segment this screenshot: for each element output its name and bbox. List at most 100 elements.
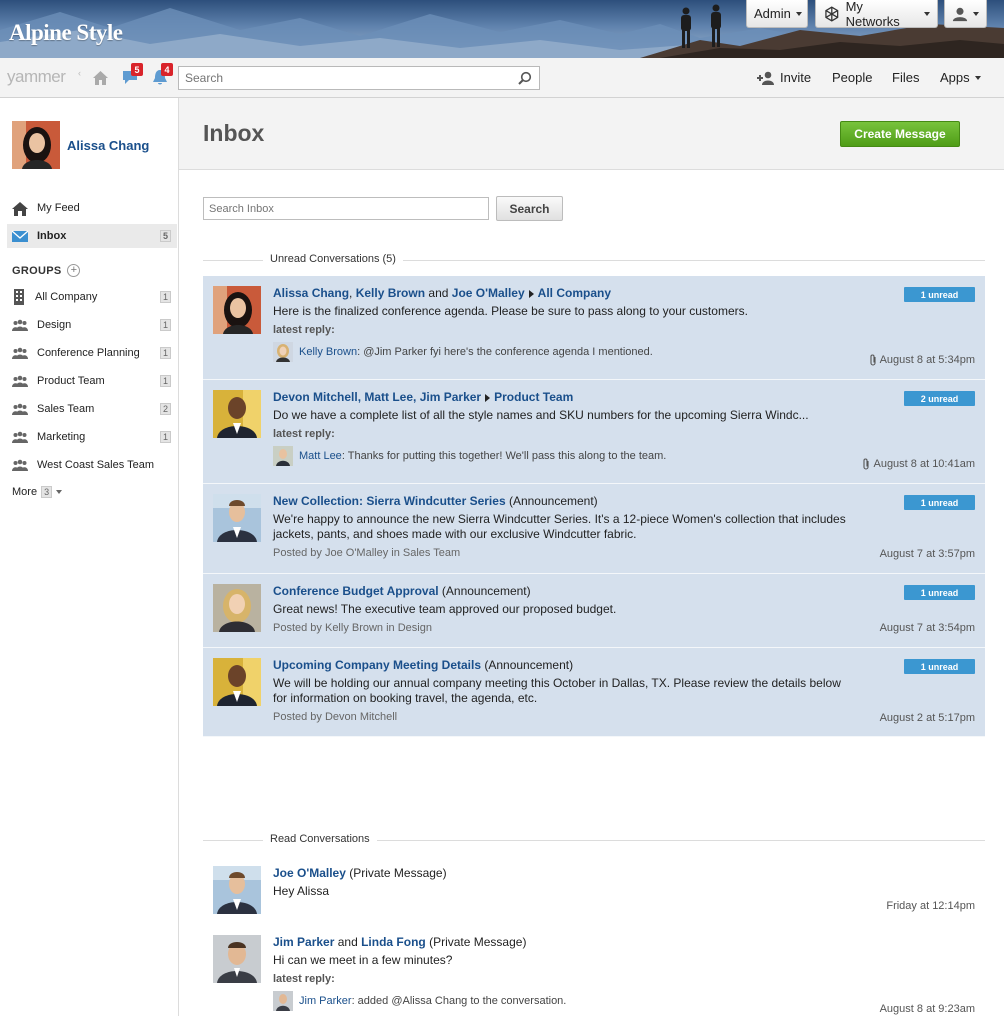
announcement-link[interactable]: Upcoming Company Meeting Details xyxy=(273,658,481,672)
more-groups-button[interactable]: More 3 xyxy=(12,486,63,498)
home-icon xyxy=(93,71,108,85)
group-count-badge: 1 xyxy=(160,431,171,443)
conversation-row[interactable]: Upcoming Company Meeting Details (Announ… xyxy=(203,648,985,737)
files-link[interactable]: Files xyxy=(892,70,919,85)
conversation-row[interactable]: Joe O'Malley (Private Message) Hey Aliss… xyxy=(203,856,985,922)
participant-link[interactable]: Matt Lee xyxy=(364,390,413,404)
home-button[interactable] xyxy=(92,69,109,89)
people-link[interactable]: People xyxy=(832,70,872,85)
reply-author-link[interactable]: Kelly Brown xyxy=(299,346,357,358)
sidebar-group-sales-team[interactable]: Sales Team 2 xyxy=(7,397,177,421)
search-icon[interactable] xyxy=(518,71,532,85)
apps-label: Apps xyxy=(940,70,970,85)
participant-link[interactable]: Joe O'Malley xyxy=(452,286,525,300)
avatar xyxy=(213,584,261,632)
sidebar-item-label: West Coast Sales Team xyxy=(37,459,154,471)
participant-link[interactable]: Jim Parker xyxy=(420,390,481,404)
group-link[interactable]: All Company xyxy=(538,286,611,300)
conversation-snippet: Hi can we meet in a few minutes? xyxy=(273,953,453,967)
inbox-header: Inbox Create Message xyxy=(179,98,1004,170)
conversation-participants: Joe O'Malley (Private Message) xyxy=(273,866,855,880)
reply-text: : added @Alissa Chang to the conversatio… xyxy=(351,995,567,1007)
conversation-type: (Announcement) xyxy=(505,494,598,508)
building-icon xyxy=(14,289,24,305)
add-user-icon xyxy=(757,71,774,85)
add-group-icon[interactable]: + xyxy=(67,264,81,277)
current-user-name[interactable]: Alissa Chang xyxy=(67,138,149,153)
group-icon xyxy=(12,375,28,387)
group-count-badge: 1 xyxy=(160,375,171,387)
sidebar-group-all-company[interactable]: All Company 1 xyxy=(7,285,177,309)
inbox-count-badge: 5 xyxy=(160,230,171,242)
sidebar-group-conference-planning[interactable]: Conference Planning 1 xyxy=(7,341,177,365)
reply-author-link[interactable]: Matt Lee xyxy=(299,450,342,462)
global-search-input[interactable] xyxy=(179,67,509,89)
announcement-link[interactable]: New Collection: Sierra Windcutter Series xyxy=(273,494,506,508)
reply-text: : @Jim Parker fyi here's the conference … xyxy=(357,346,653,358)
sidebar-group-west-coast-sales-team[interactable]: West Coast Sales Team xyxy=(7,453,177,477)
conversation-snippet: We will be holding our annual company me… xyxy=(273,676,841,705)
conversation-date: August 8 at 10:41am xyxy=(863,458,975,470)
conversation-type: (Private Message) xyxy=(345,866,447,880)
avatar xyxy=(213,866,261,914)
inbox-search-input[interactable] xyxy=(204,198,488,219)
read-heading-label: Read Conversations xyxy=(263,833,377,845)
notifications-button[interactable]: 4 xyxy=(152,63,173,89)
latest-reply-label: latest reply: xyxy=(273,973,335,985)
messages-button[interactable]: 5 xyxy=(122,63,143,88)
posted-by: Posted by Kelly Brown in Design xyxy=(273,622,432,634)
sidebar-group-design[interactable]: Design 1 xyxy=(7,313,177,337)
avatar xyxy=(273,446,293,466)
network-banner: Alpine Style Admin My Networks xyxy=(0,0,1004,58)
group-count-badge: 2 xyxy=(160,403,171,415)
conversation-row[interactable]: Jim Parker and Linda Fong (Private Messa… xyxy=(203,925,985,1016)
conversation-row[interactable]: New Collection: Sierra Windcutter Series… xyxy=(203,484,985,574)
unread-badge: 2 unread xyxy=(904,391,975,406)
latest-reply-label: latest reply: xyxy=(273,324,335,336)
sidebar-group-product-team[interactable]: Product Team 1 xyxy=(7,369,177,393)
sidebar-group-marketing[interactable]: Marketing 1 xyxy=(7,425,177,449)
date-text: August 7 at 3:54pm xyxy=(879,622,975,634)
conversation-row[interactable]: Alissa Chang, Kelly Brown and Joe O'Mall… xyxy=(203,276,985,380)
yammer-logo-mark: ‹ xyxy=(78,68,81,78)
my-networks-label: My Networks xyxy=(845,0,900,29)
paperclip-icon xyxy=(870,354,876,366)
home-icon xyxy=(12,201,28,216)
admin-dropdown[interactable]: Admin xyxy=(746,0,808,28)
participant-link[interactable]: Alissa Chang xyxy=(273,286,349,300)
conversation-row[interactable]: Conference Budget Approval (Announcement… xyxy=(203,574,985,648)
network-logo[interactable]: Alpine Style xyxy=(9,20,123,46)
conversation-row[interactable]: Devon Mitchell, Matt Lee, Jim Parker Prod… xyxy=(203,380,985,484)
participant-link[interactable]: Joe O'Malley xyxy=(273,866,346,880)
participant-link[interactable]: Kelly Brown xyxy=(356,286,425,300)
participant-link[interactable]: Jim Parker xyxy=(273,935,334,949)
announcement-link[interactable]: Conference Budget Approval xyxy=(273,584,439,598)
inbox-search-button[interactable]: Search xyxy=(496,196,563,221)
group-link[interactable]: Product Team xyxy=(494,390,573,404)
date-text: August 2 at 5:17pm xyxy=(879,712,975,724)
reply-author-link[interactable]: Jim Parker xyxy=(299,995,352,1007)
participant-link[interactable]: Linda Fong xyxy=(361,935,426,949)
participant-link[interactable]: Devon Mitchell xyxy=(273,390,358,404)
sidebar-item-inbox[interactable]: Inbox 5 xyxy=(7,224,177,248)
conversation-date: August 2 at 5:17pm xyxy=(880,712,975,724)
apps-dropdown[interactable]: Apps xyxy=(940,70,981,85)
yammer-logo[interactable]: yammer xyxy=(7,67,66,87)
current-user[interactable]: Alissa Chang xyxy=(12,121,149,169)
invite-link[interactable]: Invite xyxy=(757,70,811,85)
chevron-down-icon xyxy=(973,11,979,16)
avatar xyxy=(213,390,261,438)
groups-heading-label: GROUPS xyxy=(12,264,62,277)
posted-by: Posted by Joe O'Malley in Sales Team xyxy=(273,547,461,559)
conversation-snippet: Great news! The executive team approved … xyxy=(273,602,617,616)
paperclip-icon xyxy=(863,458,870,470)
latest-reply: Jim Parker: added @Alissa Chang to the c… xyxy=(273,991,855,1011)
admin-label: Admin xyxy=(754,6,791,21)
conversation-participants: Alissa Chang, Kelly Brown and Joe O'Mall… xyxy=(273,286,855,300)
account-dropdown[interactable] xyxy=(944,0,987,28)
create-message-button[interactable]: Create Message xyxy=(840,121,960,147)
my-networks-dropdown[interactable]: My Networks xyxy=(815,0,938,29)
sidebar-item-my-feed[interactable]: My Feed xyxy=(7,196,177,220)
sidebar-item-label: Inbox xyxy=(37,230,67,242)
conversation-participants: Jim Parker and Linda Fong (Private Messa… xyxy=(273,935,855,949)
